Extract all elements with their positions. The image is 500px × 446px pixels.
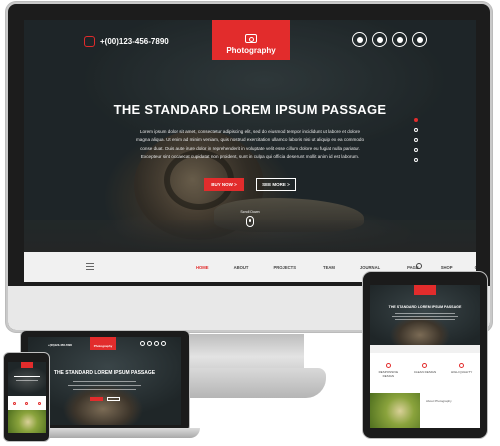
feature-icon [385,363,391,368]
tablet-text-line [395,319,455,320]
tablet-feature: CLEAN DESIGN [410,363,440,391]
logo-text: Photography [226,46,276,55]
feature-icon [38,401,42,405]
facebook-icon[interactable] [352,32,367,47]
slider-dot[interactable] [414,118,418,122]
laptop-button [107,397,120,401]
phone-icon [84,36,95,47]
tablet-screen: THE STANDARD LOREM IPSUM PASSAGE RESPONS… [370,285,480,428]
nav-item-about[interactable]: ABOUT [234,265,249,270]
hero-buttons: BUY NOW > SEE MORE > [24,178,476,191]
phone-logo [21,362,33,368]
nav-item-team[interactable]: TEAM [323,265,335,270]
desktop-screen: +(00)123-456-7890 Photography THE STANDA… [24,20,476,282]
social-icon [161,341,166,346]
header-phone-number: +(00)123-456-7890 [100,37,169,46]
social-icon [154,341,159,346]
responsive-devices-mockup: +(00)123-456-7890 Photography THE STANDA… [0,0,500,446]
feature-icon [25,401,29,405]
nav-item-home[interactable]: HOME [196,265,209,270]
tablet-hero-title: THE STANDARD LOREM IPSUM PASSAGE [388,305,462,309]
buy-now-button[interactable]: BUY NOW > [204,178,244,191]
hero-title: THE STANDARD LOREM IPSUM PASSAGE [113,102,387,117]
tablet-device: THE STANDARD LOREM IPSUM PASSAGE RESPONS… [362,271,488,439]
phone-title-line [14,376,40,377]
laptop-text-line [73,381,136,382]
tablet-nav [370,345,480,353]
slider-pagination [414,118,418,162]
google-plus-icon[interactable] [392,32,407,47]
social-icon [140,341,145,346]
menu-icon[interactable] [86,263,94,270]
laptop-button [90,397,103,401]
feature-icon [459,363,465,368]
laptop-text-line [73,389,136,390]
tablet-text-line [395,313,455,314]
instagram-icon[interactable] [412,32,427,47]
scroll-down[interactable]: Scroll Down [230,210,270,227]
site-logo[interactable]: Photography [212,20,290,60]
tablet-logo [414,285,436,295]
monitor-stand [186,334,304,372]
laptop-socials [140,341,166,346]
search-icon[interactable] [416,263,422,269]
nav-item-contact[interactable]: CONTACT [475,265,476,270]
tablet-feature: HIGH QUALITY [447,363,477,391]
slider-dot[interactable] [414,128,418,132]
laptop-logo: Photography [90,337,116,350]
feature-icon [422,363,428,368]
tablet-butterfly-image [370,393,420,428]
mouse-icon [246,216,254,227]
phone-features [8,398,46,408]
laptop-screen: +(00)123-456-7890 Photography THE STANDA… [28,337,181,425]
nav-item-projects[interactable]: PROJECTS [273,265,296,270]
nav-item-shop[interactable]: SHOP [441,265,453,270]
laptop-phone: +(00)123-456-7890 [48,343,73,347]
tablet-features: RESPONSIVE DESIGN CLEAN DESIGN HIGH QUAL… [370,355,480,391]
slider-dot[interactable] [414,158,418,162]
social-icon [147,341,152,346]
scroll-down-label: Scroll Down [240,210,260,214]
tablet-feature: RESPONSIVE DESIGN [373,363,403,391]
nav-item-journal[interactable]: JOURNAL [360,265,380,270]
twitter-icon[interactable] [372,32,387,47]
phone-screen [8,362,46,433]
tablet-about-title: About Photography [426,399,452,403]
phone-device [3,352,50,442]
laptop-hero-title: THE STANDARD LOREM IPSUM PASSAGE [53,370,156,376]
hero-section: +(00)123-456-7890 Photography THE STANDA… [24,20,476,252]
camera-icon [245,34,257,43]
feature-icon [12,401,16,405]
monitor-stand-base [168,368,326,398]
laptop-text-line [68,385,141,386]
slider-dot[interactable] [414,148,418,152]
slider-dot[interactable] [414,138,418,142]
social-links [352,32,427,47]
header-phone[interactable]: +(00)123-456-7890 [84,36,169,47]
hero-paragraph: Lorem ipsum dolor sit amet, consectetur … [135,129,364,159]
see-more-button[interactable]: SEE MORE > [256,178,296,191]
tablet-text-line [392,316,458,317]
phone-butterfly-image [8,410,46,433]
phone-text-line [16,380,38,381]
